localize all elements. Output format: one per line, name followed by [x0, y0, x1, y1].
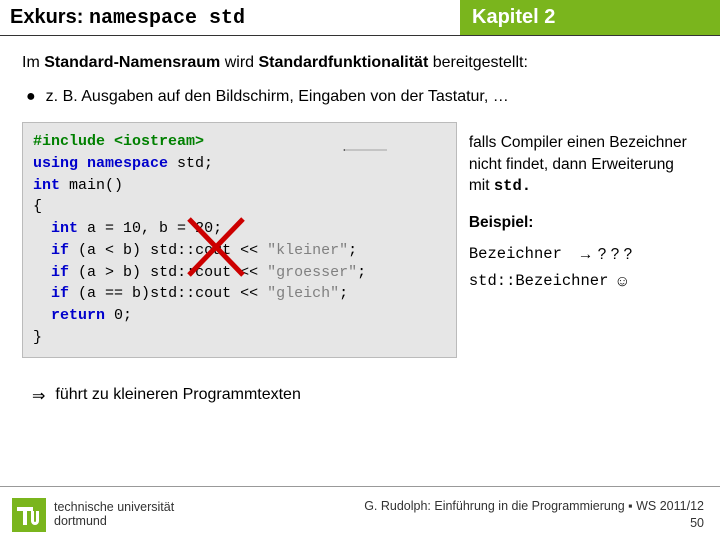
code-struck-2: std::	[150, 262, 195, 284]
header-title: Exkurs: namespace std	[0, 0, 460, 35]
code-struck-1: std::	[150, 240, 195, 262]
side-explanation: falls Compiler einen Bezeichner nicht fi…	[469, 132, 698, 198]
code-l3b: main()	[69, 177, 123, 194]
code-l7e: "groesser"	[267, 264, 357, 281]
footer-credit: G. Rudolph: Einführung in die Programmie…	[364, 498, 704, 531]
side-row2a: std::Bezeichner	[469, 271, 609, 293]
code-l7b: (a > b)	[78, 264, 150, 281]
code-struck-3: std::	[150, 283, 195, 305]
credit-line: G. Rudolph: Einführung in die Programmie…	[364, 498, 704, 514]
header-label: Exkurs:	[10, 6, 83, 28]
code-l7f: ;	[357, 264, 366, 281]
intro-mid: wird	[220, 54, 258, 71]
code-l5b: a = 10, b = 20;	[87, 220, 222, 237]
conclusion: ⇒ führt zu kleineren Programmtexten	[22, 386, 698, 406]
university-name: technische universität dortmund	[54, 501, 174, 529]
side-row1b: → ? ? ?	[578, 244, 632, 266]
code-l8f: ;	[339, 285, 348, 302]
intro-post: bereitgestellt:	[428, 54, 528, 71]
code-l8a: if	[51, 285, 69, 302]
code-block: #include <iostream> using namespace std;…	[22, 122, 457, 358]
code-l2a: using namespace	[33, 155, 168, 172]
intro-text: Im Standard-Namensraum wird Standardfunk…	[22, 54, 698, 72]
code-l3a: int	[33, 177, 60, 194]
code-l8b: (a == b)	[78, 285, 150, 302]
side-heading: Beispiel:	[469, 212, 698, 234]
bullet-item: ● z. B. Ausgaben auf den Bildschirm, Ein…	[22, 88, 698, 106]
uni-line1: technische universität	[54, 501, 174, 515]
slide-body: Im Standard-Namensraum wird Standardfunk…	[0, 36, 720, 406]
slide-footer: technische universität dortmund G. Rudol…	[0, 486, 720, 540]
chapter-badge: Kapitel 2	[460, 0, 720, 35]
tu-logo-icon	[12, 498, 46, 532]
code-l2b: std;	[177, 155, 213, 172]
code-l8d: cout <<	[195, 285, 267, 302]
smiley-icon: ☺	[614, 271, 630, 293]
intro-b2: Standardfunktionalität	[259, 54, 429, 71]
side-note: falls Compiler einen Bezeichner nicht fi…	[469, 122, 698, 299]
side-row-1: Bezeichner → ? ? ?	[469, 244, 698, 266]
bullet-text: z. B. Ausgaben auf den Bildschirm, Einga…	[46, 88, 509, 106]
bullet-icon: ●	[22, 88, 36, 106]
code-l6d: cout <<	[195, 242, 267, 259]
main-row: #include <iostream> using namespace std;…	[22, 122, 698, 358]
code-l7a: if	[51, 264, 69, 281]
side-p1-code: std.	[494, 177, 531, 195]
code-l8e: "gleich"	[267, 285, 339, 302]
header-code: namespace std	[89, 7, 245, 30]
slide-header: Exkurs: namespace std Kapitel 2	[0, 0, 720, 36]
code-l7d: cout <<	[195, 264, 267, 281]
code-l6f: ;	[348, 242, 357, 259]
uni-line2: dortmund	[54, 515, 174, 529]
code-l4: {	[33, 196, 446, 218]
code-l5a: int	[51, 220, 78, 237]
code-l1a: #include	[33, 133, 105, 150]
code-l6b: (a < b)	[78, 242, 150, 259]
code-l1b: <iostream>	[114, 133, 204, 150]
code-l9a: return	[51, 307, 105, 324]
implies-icon: ⇒	[32, 386, 45, 406]
intro-b1: Standard-Namensraum	[44, 54, 220, 71]
code-l9b: 0;	[114, 307, 132, 324]
code-l6a: if	[51, 242, 69, 259]
conclusion-text: führt zu kleineren Programmtexten	[55, 386, 300, 406]
university-logo: technische universität dortmund	[12, 498, 174, 532]
intro-pre: Im	[22, 54, 44, 71]
page-number: 50	[364, 515, 704, 531]
code-l10: }	[33, 327, 446, 349]
code-l6e: "kleiner"	[267, 242, 348, 259]
side-row1a: Bezeichner	[469, 244, 562, 266]
side-row-2: std::Bezeichner ☺	[469, 271, 698, 293]
